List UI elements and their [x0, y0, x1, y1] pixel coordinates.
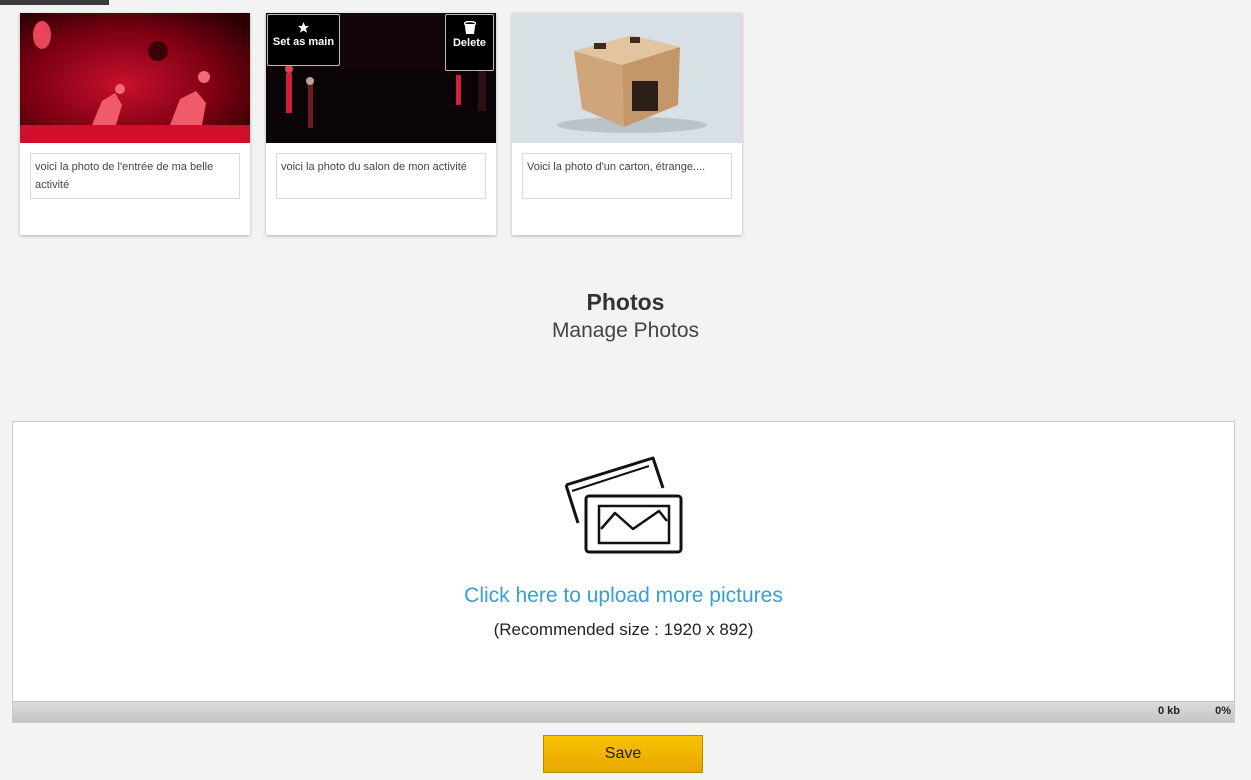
set-as-main-button[interactable]: Set as main — [267, 14, 340, 66]
trash-icon — [463, 21, 476, 34]
pictures-icon — [564, 456, 683, 554]
photo-thumbnail[interactable] — [20, 13, 250, 143]
photo-card: Set as main Delete voici la photo du sal… — [266, 13, 496, 235]
delete-label: Delete — [452, 37, 487, 49]
star-icon — [298, 22, 309, 33]
upload-progress-bar: 0 kb 0% — [13, 701, 1234, 722]
set-as-main-label: Set as main — [272, 36, 335, 48]
section-subtitle: Manage Photos — [551, 319, 700, 342]
section-title: Photos — [586, 289, 665, 315]
photo-caption-input[interactable]: voici la photo de l'entrée de ma belle a… — [30, 153, 240, 199]
section-heading: Photos Manage Photos — [0, 287, 1251, 345]
photo-card: voici la photo de l'entrée de ma belle a… — [20, 13, 250, 235]
save-button[interactable]: Save — [543, 735, 703, 773]
photo-caption-input[interactable]: Voici la photo d'un carton, étrange.... — [522, 153, 732, 199]
top-tab-indicator — [0, 0, 109, 5]
upload-more-pictures-link[interactable]: Click here to upload more pictures — [13, 584, 1234, 608]
upload-size-text: 0 kb — [1157, 705, 1180, 717]
upload-percent-text: 0% — [1215, 705, 1231, 717]
recommended-size-text: (Recommended size : 1920 x 892) — [493, 620, 754, 639]
photo-caption-input[interactable]: voici la photo du salon de mon activité — [276, 153, 486, 199]
photo-gallery: voici la photo de l'entrée de ma belle a… — [20, 13, 742, 235]
upload-dropzone[interactable]: Click here to upload more pictures (Reco… — [12, 421, 1235, 723]
photo-card: Voici la photo d'un carton, étrange.... — [512, 13, 742, 235]
photo-thumbnail[interactable] — [512, 13, 742, 143]
delete-button[interactable]: Delete — [445, 14, 494, 71]
